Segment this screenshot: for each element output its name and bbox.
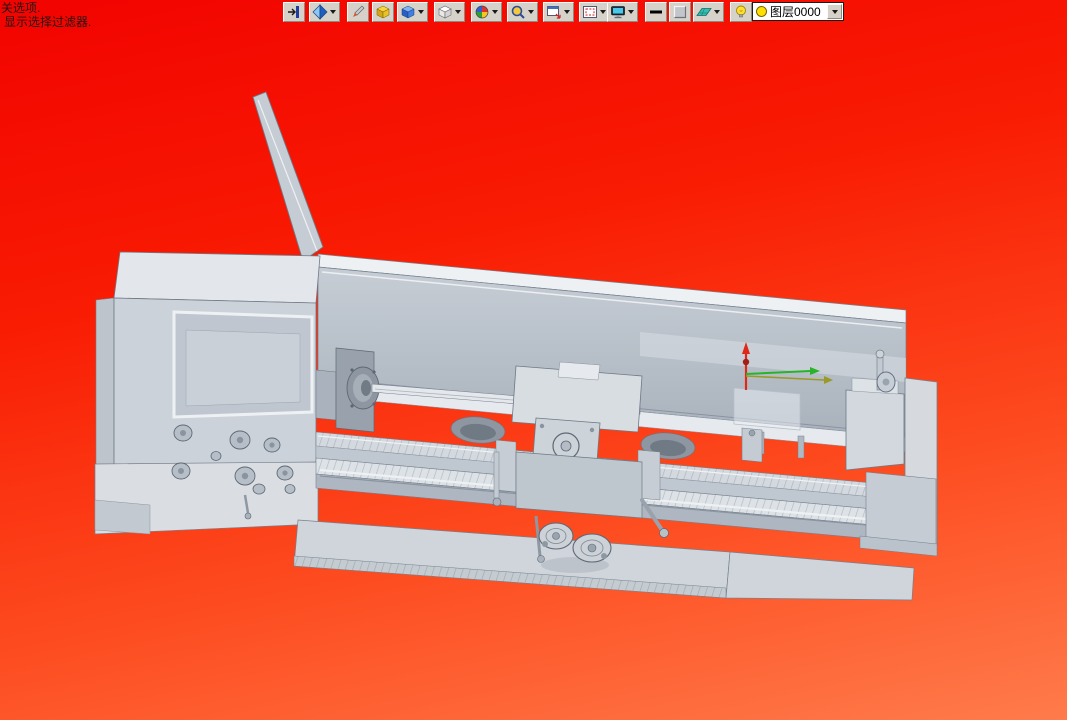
chevron-down-icon — [528, 10, 534, 14]
chevron-down-icon — [492, 10, 498, 14]
handwheels[interactable] — [538, 522, 612, 573]
view-window-icon — [583, 6, 597, 18]
zoom-window-icon — [547, 6, 561, 19]
zoom-button[interactable] — [507, 2, 538, 22]
lightbulb-icon — [736, 5, 746, 18]
view-window-button[interactable] — [579, 2, 610, 22]
dropdown-arrow-icon — [831, 9, 838, 14]
shaded-display-button[interactable] — [397, 2, 428, 22]
layer-name: 图层0000 — [770, 5, 821, 19]
line-width-icon — [650, 10, 662, 14]
layer-color-icon — [756, 6, 767, 17]
exit-pick-icon — [288, 6, 299, 18]
layer-dropdown-button[interactable] — [827, 4, 842, 19]
fullscreen-button[interactable] — [607, 2, 638, 22]
chevron-down-icon — [418, 10, 424, 14]
shaded-cube-icon — [401, 5, 415, 19]
layer-visibility-button[interactable] — [730, 2, 752, 22]
sketch-pencil-icon — [353, 5, 365, 17]
monitor-icon — [611, 6, 625, 19]
toolbar: 图层0000 — [0, 0, 1067, 26]
chevron-down-icon — [714, 10, 720, 14]
surface-style-button[interactable] — [693, 2, 724, 22]
sketch-button[interactable] — [347, 2, 369, 22]
wireframe-cube-icon — [438, 5, 452, 19]
line-width-button[interactable] — [645, 2, 667, 22]
feature-color-button[interactable] — [372, 2, 394, 22]
chevron-down-icon — [628, 10, 634, 14]
zoom-magnifier-icon — [511, 5, 525, 19]
lathe-machine-model[interactable] — [94, 91, 938, 601]
chevron-down-icon — [455, 10, 461, 14]
material-swatch-button[interactable] — [669, 2, 691, 22]
solid-yellow-cube-icon — [376, 5, 390, 19]
chevron-down-icon — [330, 10, 336, 14]
ghost-selection-box — [733, 387, 801, 431]
splash-guard-blade[interactable] — [252, 91, 324, 262]
chevron-down-icon — [600, 10, 606, 14]
color-wheel-icon — [475, 5, 489, 19]
chevron-down-icon — [564, 10, 570, 14]
view-orientation-icon — [312, 4, 328, 20]
view-orientation-button[interactable] — [309, 2, 340, 22]
wireframe-display-button[interactable] — [434, 2, 465, 22]
viewport-3d[interactable] — [0, 0, 1067, 720]
layer-combobox[interactable]: 图层0000 — [752, 2, 844, 21]
material-swatch-icon — [673, 5, 687, 19]
surface-teal-icon — [696, 8, 712, 16]
exit-pick-button[interactable] — [283, 2, 305, 22]
zoom-window-button[interactable] — [543, 2, 574, 22]
appearance-button[interactable] — [471, 2, 502, 22]
